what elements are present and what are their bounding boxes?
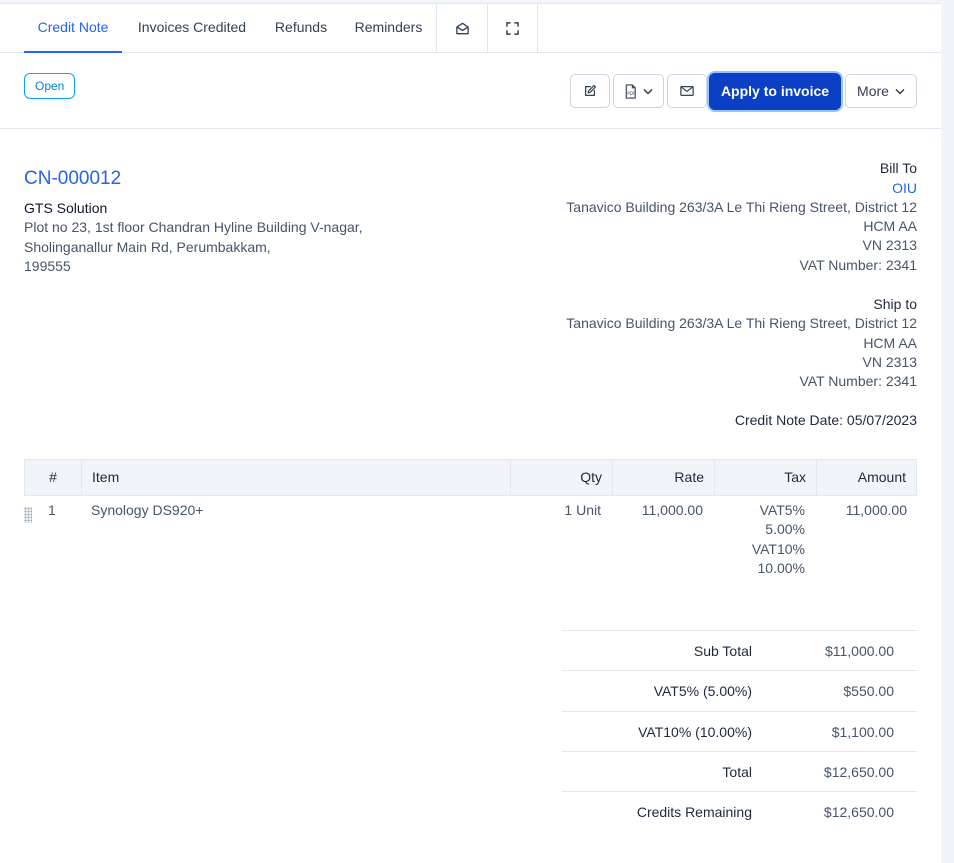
row-number: 1 xyxy=(48,502,56,518)
column-header-qty: Qty xyxy=(510,460,612,495)
credit-note-date: Credit Note Date: 05/07/2023 xyxy=(735,412,917,428)
bill-to-address-line: VN 2313 xyxy=(862,237,917,253)
pdf-dropdown-button[interactable]: PDF xyxy=(613,74,664,108)
items-table-header: # Item Qty Rate Tax Amount xyxy=(24,459,917,496)
vat5-label: VAT5% (5.00%) xyxy=(653,683,752,699)
pdf-icon: PDF xyxy=(625,83,636,99)
column-header-item: Item xyxy=(81,460,510,495)
vat5-value: $550.00 xyxy=(843,683,894,699)
company-address-line: 199555 xyxy=(24,258,71,274)
column-header-rate: Rate xyxy=(612,460,714,495)
credits-remaining-value: $12,650.00 xyxy=(823,804,894,820)
row-tax-name: VAT5% xyxy=(759,502,805,518)
company-address-line: Sholinganallur Main Rd, Perumbakkam, xyxy=(24,239,271,255)
row-rate: 11,000.00 xyxy=(641,502,703,518)
tab-bar: Credit Note Invoices Credited Refunds Re… xyxy=(0,4,941,53)
row-tax-rate: 5.00% xyxy=(765,521,805,537)
mail-open-icon xyxy=(455,22,469,35)
tab-refunds[interactable]: Refunds xyxy=(262,4,340,53)
row-amount: 11,000.00 xyxy=(845,502,907,518)
bill-to-address-line: Tanavico Building 263/3A Le Thi Rieng St… xyxy=(566,199,917,215)
subtotal-value: $11,000.00 xyxy=(824,643,894,659)
ship-to-address-line: HCM AA xyxy=(863,335,917,351)
credit-note-panel: Credit Note Invoices Credited Refunds Re… xyxy=(0,3,941,863)
row-tax-name: VAT10% xyxy=(751,541,805,557)
edit-button[interactable] xyxy=(570,74,610,108)
tab-reminders[interactable]: Reminders xyxy=(343,4,434,53)
ship-to-vat-number: VAT Number: 2341 xyxy=(799,373,917,389)
apply-to-invoice-button[interactable]: Apply to invoice xyxy=(709,73,841,110)
more-button-label: More xyxy=(857,83,889,99)
ship-to-address-line: Tanavico Building 263/3A Le Thi Rieng St… xyxy=(566,315,917,331)
ship-to-address-line: VN 2313 xyxy=(862,354,917,370)
total-value: $12,650.00 xyxy=(823,764,894,780)
credit-note-date-label: Credit Note Date: xyxy=(734,412,844,428)
row-tax-rate: 10.00% xyxy=(757,560,805,576)
toolbar-divider xyxy=(0,128,941,129)
fullscreen-tab[interactable] xyxy=(487,4,538,53)
total-label: Total xyxy=(722,764,752,780)
totals-divider xyxy=(562,711,917,712)
more-button[interactable]: More xyxy=(845,74,917,108)
mail-open-tab[interactable] xyxy=(436,4,487,53)
tab-invoices-credited[interactable]: Invoices Credited xyxy=(125,4,259,53)
vat10-label: VAT10% (10.00%) xyxy=(638,724,752,740)
drag-handle-icon[interactable] xyxy=(24,507,32,523)
totals-divider xyxy=(562,751,917,752)
bill-to-label: Bill To xyxy=(879,160,917,176)
ship-to-label: Ship to xyxy=(873,296,917,312)
bill-to-vat-number: VAT Number: 2341 xyxy=(799,257,917,273)
totals-divider xyxy=(562,670,917,671)
subtotal-label: Sub Total xyxy=(693,643,752,659)
fullscreen-icon xyxy=(506,22,519,35)
email-icon xyxy=(680,86,694,96)
column-header-tax: Tax xyxy=(714,460,816,495)
credits-remaining-label: Credits Remaining xyxy=(636,804,752,820)
chevron-down-icon xyxy=(643,88,653,95)
status-badge: Open xyxy=(24,73,76,99)
credit-note-number[interactable]: CN-000012 xyxy=(24,168,121,190)
column-header-number: # xyxy=(49,469,57,485)
svg-text:PDF: PDF xyxy=(627,90,635,95)
send-email-button[interactable] xyxy=(667,74,707,108)
credit-note-date-value: 05/07/2023 xyxy=(846,412,917,428)
totals-divider xyxy=(562,630,917,631)
column-header-amount: Amount xyxy=(816,460,916,495)
bill-to-customer-link[interactable]: OIU xyxy=(892,180,917,196)
row-qty: 1 Unit xyxy=(564,502,601,518)
vat10-value: $1,100.00 xyxy=(831,724,894,740)
row-item-name: Synology DS920+ xyxy=(91,502,204,518)
chevron-down-icon xyxy=(895,88,905,95)
company-address-line: Plot no 23, 1st floor Chandran Hyline Bu… xyxy=(24,219,363,235)
edit-icon xyxy=(585,84,597,96)
tab-credit-note[interactable]: Credit Note xyxy=(24,4,122,53)
bill-to-address-line: HCM AA xyxy=(863,218,917,234)
company-name: GTS Solution xyxy=(24,200,108,216)
totals-divider xyxy=(562,791,917,792)
